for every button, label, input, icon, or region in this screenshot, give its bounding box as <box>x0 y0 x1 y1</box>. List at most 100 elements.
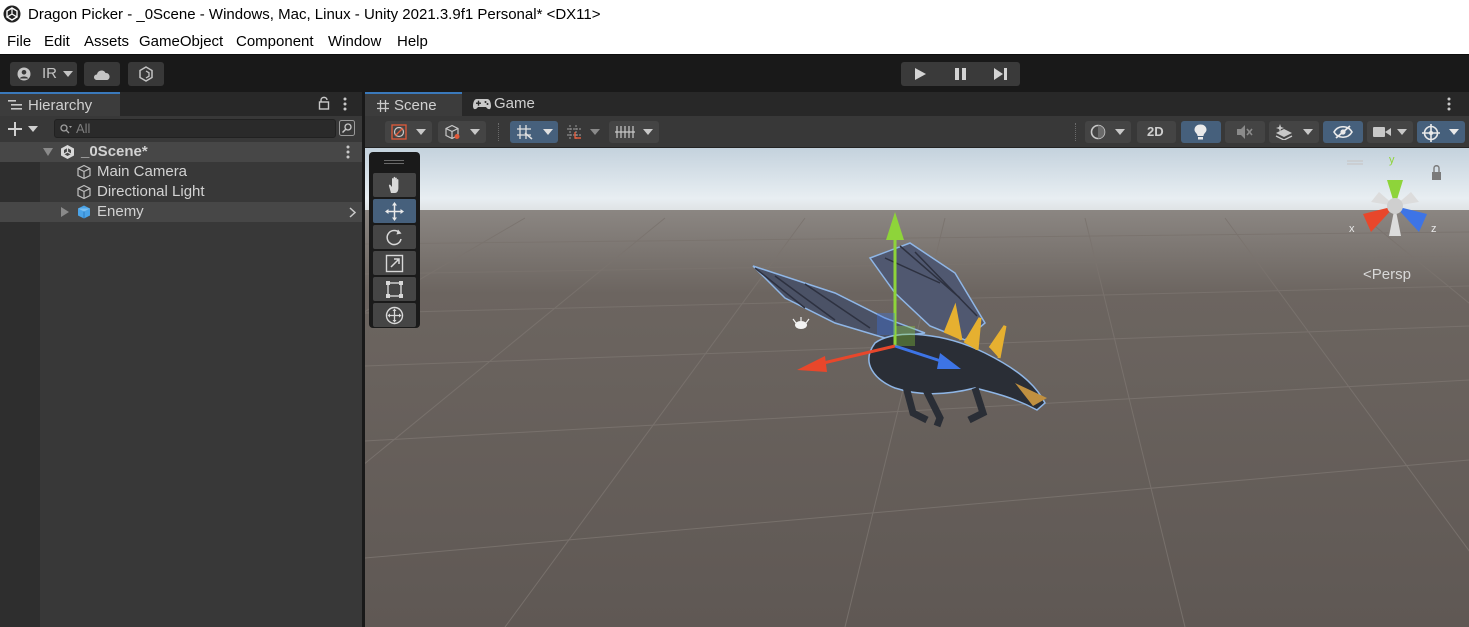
play-icon <box>915 68 926 80</box>
grid-visibility-dropdown[interactable] <box>609 121 659 143</box>
projection-label: Persp <box>1371 266 1411 283</box>
create-button[interactable] <box>6 120 40 138</box>
hierarchy-item[interactable]: Main Camera <box>0 162 362 182</box>
hierarchy-search-row: All <box>0 116 362 143</box>
chevron-down-icon <box>590 129 600 135</box>
cube-icon <box>445 124 460 140</box>
scale-icon <box>385 254 404 273</box>
chevron-down-icon <box>1397 129 1407 135</box>
scene-row[interactable]: _0Scene* <box>0 142 362 162</box>
move-arrows-icon <box>385 202 404 221</box>
tab-hierarchy[interactable]: Hierarchy <box>0 92 120 116</box>
audio-toggle[interactable] <box>1225 121 1265 143</box>
transform-tool-button[interactable] <box>373 303 416 327</box>
scene-panel: Scene Game 2D y x z <Persp <box>365 92 1469 627</box>
scene-visibility-toggle[interactable] <box>1323 121 1363 143</box>
overlay-drag-handle[interactable] <box>384 160 404 164</box>
step-button[interactable] <box>981 62 1020 86</box>
axis-label-z: z <box>1431 223 1437 235</box>
menu-window[interactable]: Window <box>328 33 381 50</box>
pause-icon <box>955 68 966 80</box>
scene-search-icon[interactable] <box>339 120 355 136</box>
rect-tool-button[interactable] <box>373 277 416 301</box>
toolbar-separator <box>498 123 501 141</box>
effects-layers-icon <box>1275 124 1293 140</box>
camera-settings-dropdown[interactable] <box>1367 121 1413 143</box>
lock-icon[interactable] <box>318 96 330 110</box>
toggle-2d-label: 2D <box>1147 124 1164 139</box>
grid-snap-toggle[interactable] <box>510 121 558 143</box>
hand-tool-button[interactable] <box>373 173 416 197</box>
hierarchy-item-label: Enemy <box>97 203 144 220</box>
chevron-right-icon[interactable] <box>349 207 356 218</box>
tab-game-label: Game <box>494 95 535 112</box>
menu-gameobject[interactable]: GameObject <box>139 33 223 50</box>
play-controls <box>901 62 1020 86</box>
chevron-down-icon <box>543 129 553 135</box>
shading-mode-icon <box>1090 124 1106 140</box>
collab-button[interactable] <box>128 62 164 86</box>
hierarchy-search-input[interactable]: All <box>54 119 336 138</box>
tool-handle-rotation-dropdown[interactable] <box>438 121 486 143</box>
grid-snap-icon <box>517 125 533 140</box>
gamepad-icon <box>473 99 491 110</box>
rect-transform-icon <box>386 281 403 298</box>
rotate-icon <box>386 229 402 246</box>
chevron-down-icon <box>1115 129 1125 135</box>
window-title: Dragon Picker - _0Scene - Windows, Mac, … <box>28 6 601 23</box>
lighting-toggle[interactable] <box>1181 121 1221 143</box>
menu-file[interactable]: File <box>7 33 31 50</box>
chevron-down-icon <box>416 129 426 135</box>
account-icon <box>17 67 31 81</box>
tab-game[interactable]: Game <box>465 92 545 116</box>
axis-label-x: x <box>1349 223 1355 235</box>
scene-tab-header: Scene Game <box>365 92 1469 116</box>
projection-toggle[interactable]: <Persp <box>1363 266 1411 283</box>
kebab-menu-icon[interactable] <box>1447 97 1451 111</box>
cloud-button[interactable] <box>84 62 120 86</box>
account-button[interactable]: IR <box>10 62 77 86</box>
hand-icon <box>388 176 399 193</box>
menu-help[interactable]: Help <box>397 33 428 50</box>
scene-render <box>365 148 1469 627</box>
hash-grid-icon <box>377 100 389 112</box>
move-tool-button[interactable] <box>373 199 416 223</box>
plus-icon <box>8 122 38 136</box>
rotate-tool-button[interactable] <box>373 225 416 249</box>
scale-tool-button[interactable] <box>373 251 416 275</box>
menu-edit[interactable]: Edit <box>44 33 70 50</box>
menu-assets[interactable]: Assets <box>84 33 129 50</box>
menu-component[interactable]: Component <box>236 33 314 50</box>
video-camera-icon <box>1373 127 1391 137</box>
persp-chevron-icon: < <box>1363 266 1372 283</box>
kebab-menu-icon[interactable] <box>346 145 350 159</box>
play-button[interactable] <box>901 62 940 86</box>
tool-handle-position-dropdown[interactable] <box>385 121 432 143</box>
window-title-bar: Dragon Picker - _0Scene - Windows, Mac, … <box>0 0 1469 29</box>
toolbar-separator <box>1075 123 1078 141</box>
hierarchy-item[interactable]: Directional Light <box>0 182 362 202</box>
light-bulb-icon <box>1194 124 1207 140</box>
unity-logo-icon <box>3 5 21 23</box>
kebab-menu-icon[interactable] <box>343 97 347 111</box>
increment-snap-dropdown[interactable] <box>562 121 606 143</box>
chevron-down-icon <box>63 71 73 77</box>
scene-viewport[interactable]: y x z <Persp <box>365 148 1469 627</box>
foldout-closed-icon[interactable] <box>61 207 69 217</box>
pivot-icon <box>391 124 407 140</box>
draw-mode-dropdown[interactable] <box>1085 121 1131 143</box>
foldout-open-icon[interactable] <box>43 148 53 156</box>
mute-icon <box>1237 125 1253 139</box>
effects-dropdown[interactable] <box>1269 121 1319 143</box>
list-icon <box>8 100 22 110</box>
gizmos-dropdown[interactable] <box>1417 121 1465 143</box>
prefab-icon <box>78 205 90 219</box>
pause-button[interactable] <box>941 62 980 86</box>
gameobject-icon <box>77 184 91 200</box>
tab-scene[interactable]: Scene <box>365 92 462 116</box>
toggle-2d-button[interactable]: 2D <box>1137 121 1176 143</box>
hierarchy-panel: Hierarchy All _0Scene* Main Camera Direc… <box>0 92 362 627</box>
chevron-down-icon <box>643 129 653 135</box>
hierarchy-item-selected[interactable]: Enemy <box>0 202 362 222</box>
chevron-down-icon <box>1303 129 1313 135</box>
